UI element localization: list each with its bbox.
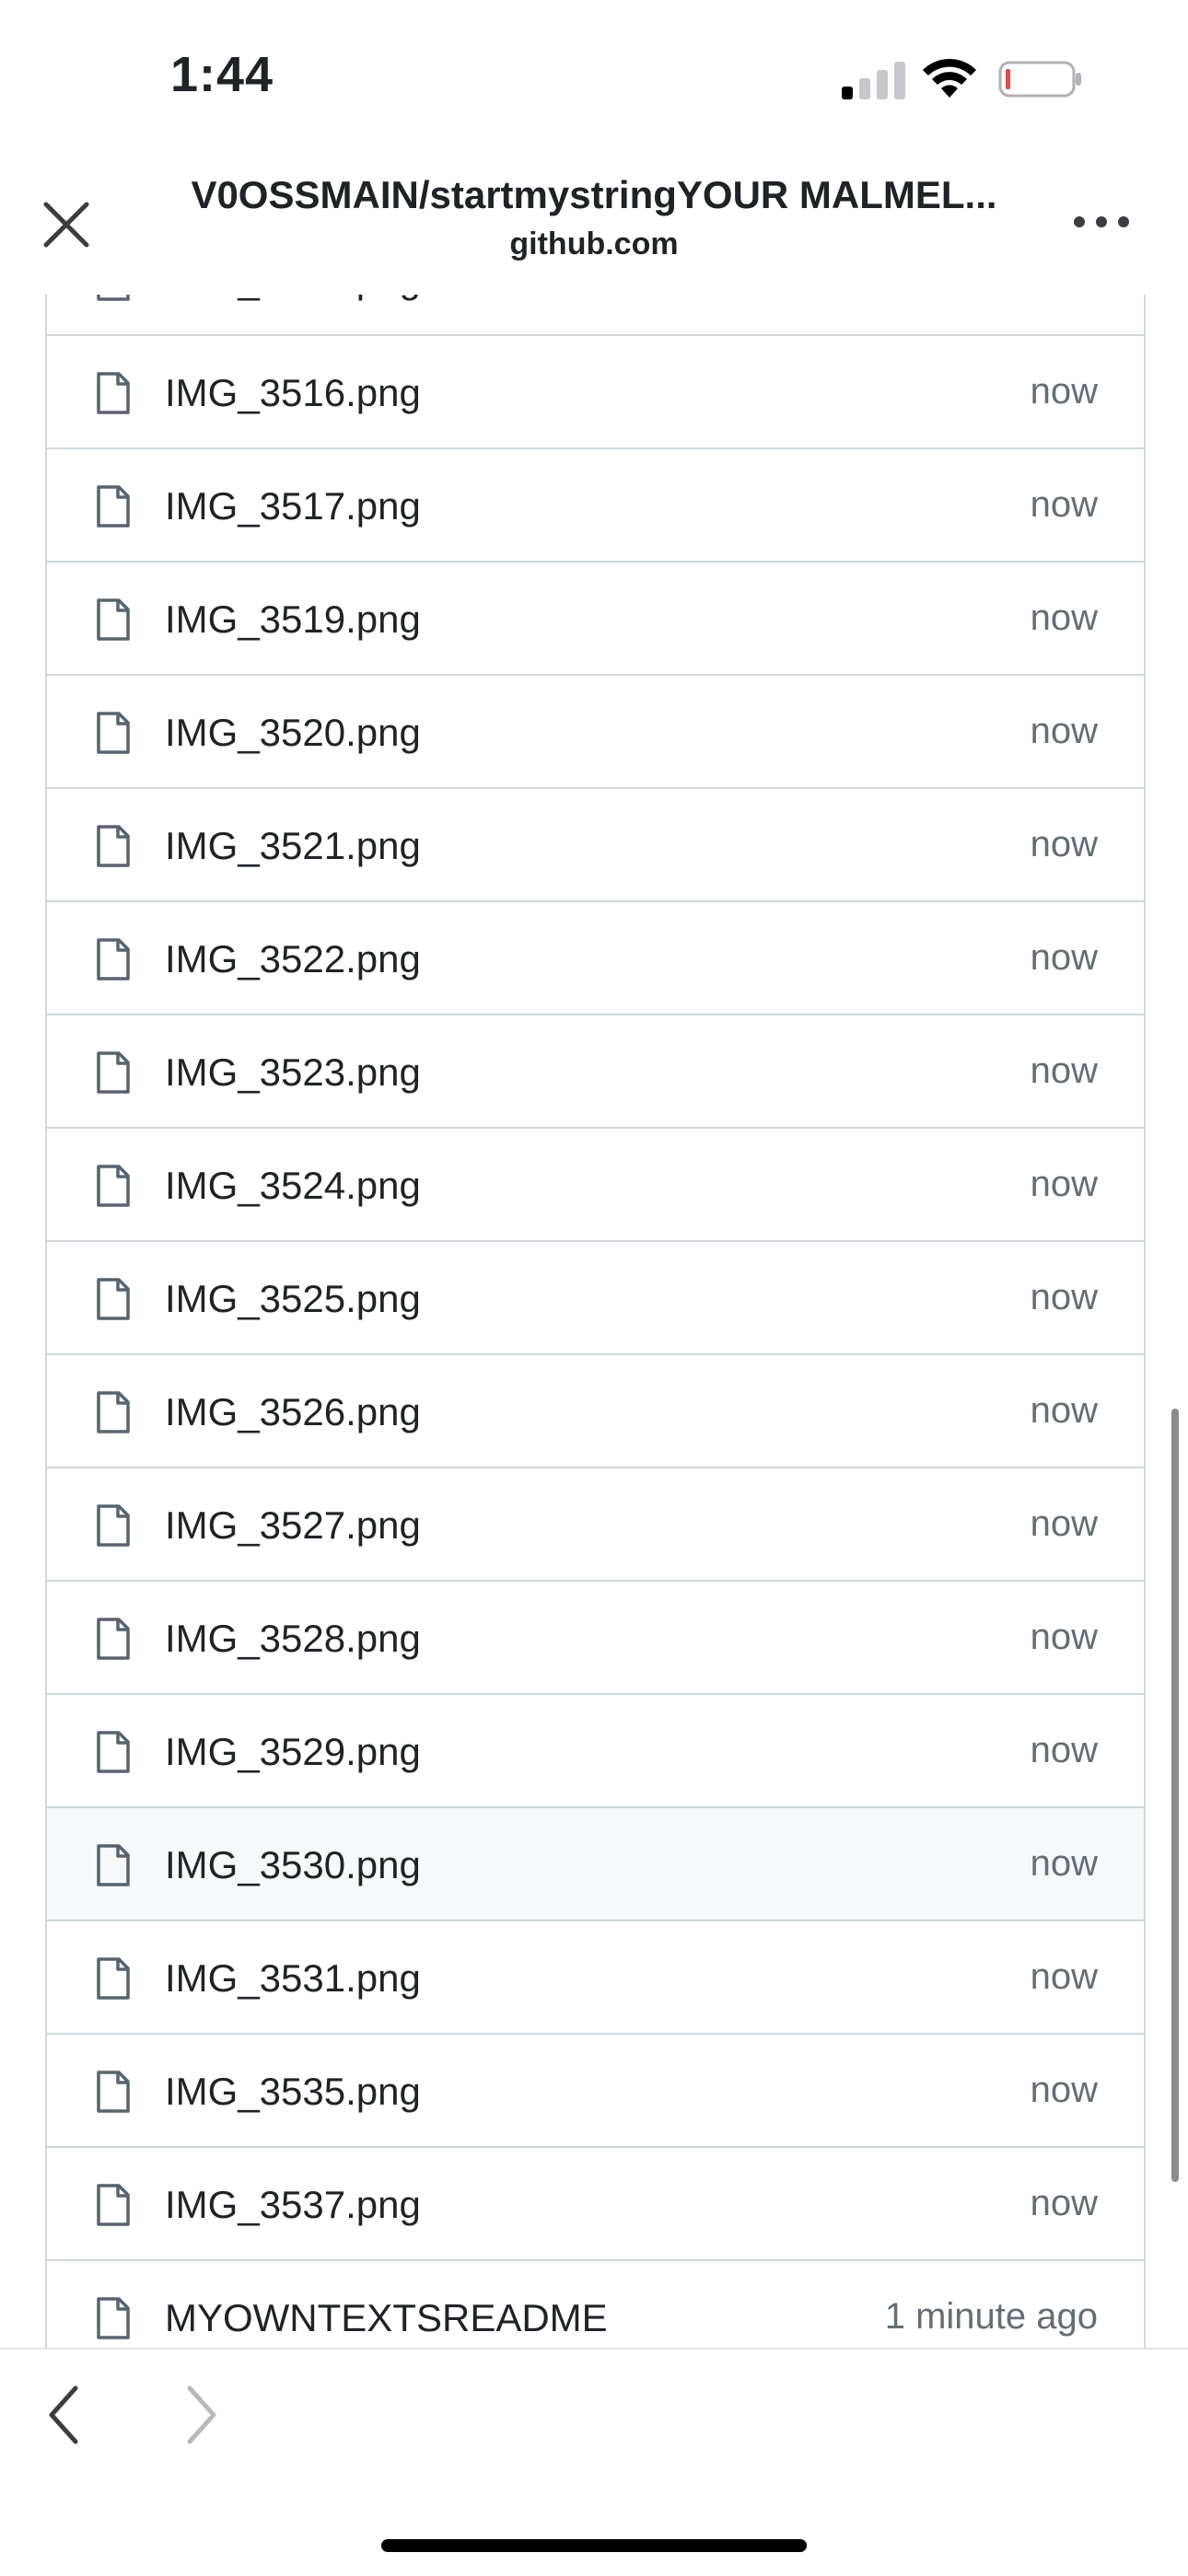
file-commit-time: now	[1030, 371, 1098, 412]
file-row[interactable]: IMG_3530.png now	[47, 1808, 1144, 1921]
file-row[interactable]: IMG_3523.png now	[47, 1015, 1144, 1129]
file-icon	[95, 2296, 132, 2340]
file-row[interactable]: IMG_3515.png now	[47, 295, 1144, 336]
back-arrow-icon[interactable]	[44, 2383, 85, 2447]
file-commit-time: now	[1031, 295, 1098, 299]
file-icon	[95, 371, 132, 415]
file-commit-time: now	[1030, 1843, 1098, 1884]
page-domain: github.com	[509, 226, 679, 261]
file-name-link[interactable]: IMG_3522.png	[165, 937, 421, 981]
file-name-link[interactable]: IMG_3525.png	[165, 1277, 421, 1321]
close-icon[interactable]	[37, 195, 96, 254]
file-icon	[95, 711, 132, 755]
file-icon	[95, 2070, 132, 2114]
file-commit-time: now	[1030, 598, 1098, 638]
battery-icon	[998, 61, 1081, 98]
file-icon	[95, 484, 132, 528]
file-icon	[95, 1730, 132, 1774]
file-name-link[interactable]: IMG_3523.png	[165, 1050, 421, 1095]
status-time: 1:44	[170, 47, 274, 102]
file-row[interactable]: IMG_3522.png now	[47, 902, 1144, 1015]
file-row[interactable]: IMG_3521.png now	[47, 789, 1144, 902]
file-name-link[interactable]: MYOWNTEXTSREADME	[165, 2296, 608, 2340]
file-icon	[95, 1843, 132, 1887]
file-name-link[interactable]: IMG_3531.png	[165, 1956, 421, 2001]
file-name-link[interactable]: IMG_3515.png	[165, 295, 421, 302]
file-commit-time: now	[1030, 824, 1098, 864]
file-commit-time: now	[1030, 1164, 1098, 1204]
status-bar: 1:44	[0, 0, 1188, 157]
file-name-link[interactable]: IMG_3524.png	[165, 1164, 421, 1208]
file-commit-time: now	[1030, 1956, 1098, 1997]
file-row[interactable]: IMG_3524.png now	[47, 1129, 1144, 1242]
file-icon	[95, 2183, 132, 2227]
page-title: V0OSSMAIN/startmystringYOUR MALMEL...	[191, 173, 997, 216]
file-icon	[95, 1956, 132, 2001]
file-icon	[95, 937, 132, 981]
file-commit-time: 1 minute ago	[884, 2296, 1098, 2337]
file-row[interactable]: IMG_3528.png now	[47, 1582, 1144, 1695]
file-commit-time: now	[1030, 1617, 1098, 1657]
file-name-link[interactable]: IMG_3537.png	[165, 2183, 421, 2227]
forward-arrow-icon[interactable]	[181, 2383, 221, 2447]
file-name-link[interactable]: IMG_3528.png	[165, 1617, 421, 1661]
file-name-link[interactable]: IMG_3530.png	[165, 1843, 421, 1887]
file-icon	[95, 1617, 132, 1661]
file-name-link[interactable]: IMG_3519.png	[165, 598, 421, 642]
file-row[interactable]: IMG_3516.png now	[47, 336, 1144, 449]
file-commit-time: now	[1030, 1730, 1098, 1770]
file-row[interactable]: IMG_3535.png now	[47, 2035, 1144, 2148]
file-row[interactable]: IMG_3520.png now	[47, 676, 1144, 789]
file-row[interactable]: IMG_3517.png now	[47, 449, 1144, 563]
file-icon	[95, 1050, 132, 1095]
file-icon	[95, 295, 132, 302]
file-name-link[interactable]: IMG_3535.png	[165, 2070, 421, 2114]
file-row[interactable]: IMG_3527.png now	[47, 1468, 1144, 1582]
file-icon	[95, 1390, 132, 1434]
file-commit-time: now	[1030, 1050, 1098, 1091]
file-name-link[interactable]: IMG_3521.png	[165, 824, 421, 868]
file-commit-time: now	[1030, 711, 1098, 751]
file-row[interactable]: MYOWNTEXTSREADME 1 minute ago	[47, 2261, 1144, 2348]
file-commit-time: now	[1030, 937, 1098, 978]
file-commit-time: now	[1030, 1390, 1098, 1431]
file-row[interactable]: IMG_3525.png now	[47, 1242, 1144, 1355]
file-list: IMG_3515.pngnowIMG_3516.pngnowIMG_3517.p…	[45, 295, 1146, 2348]
file-name-link[interactable]: IMG_3526.png	[165, 1390, 421, 1434]
file-row[interactable]: IMG_3519.png now	[47, 563, 1144, 676]
scrollbar[interactable]	[1171, 1409, 1179, 2182]
cellular-signal-icon	[842, 62, 905, 99]
file-commit-time: now	[1030, 484, 1098, 525]
file-row[interactable]: IMG_3529.png now	[47, 1695, 1144, 1808]
file-icon	[95, 1277, 132, 1321]
file-name-link[interactable]: IMG_3516.png	[165, 371, 421, 415]
file-icon	[95, 1164, 132, 1208]
file-name-link[interactable]: IMG_3529.png	[165, 1730, 421, 1774]
file-row[interactable]: IMG_3526.png now	[47, 1355, 1144, 1468]
file-icon	[95, 598, 132, 642]
file-commit-time: now	[1030, 2070, 1098, 2110]
more-options-icon[interactable]	[1070, 208, 1133, 236]
file-icon	[95, 824, 132, 868]
file-name-link[interactable]: IMG_3527.png	[165, 1503, 421, 1548]
file-name-link[interactable]: IMG_3520.png	[165, 711, 421, 755]
file-name-link[interactable]: IMG_3517.png	[165, 484, 421, 528]
file-commit-time: now	[1030, 1503, 1098, 1544]
home-indicator	[381, 2539, 807, 2552]
wifi-icon	[923, 58, 976, 98]
file-commit-time: now	[1030, 1277, 1098, 1317]
file-row[interactable]: IMG_3537.png now	[47, 2148, 1144, 2261]
file-commit-time: now	[1030, 2183, 1098, 2223]
file-icon	[95, 1503, 132, 1548]
file-row[interactable]: IMG_3531.png now	[47, 1921, 1144, 2035]
